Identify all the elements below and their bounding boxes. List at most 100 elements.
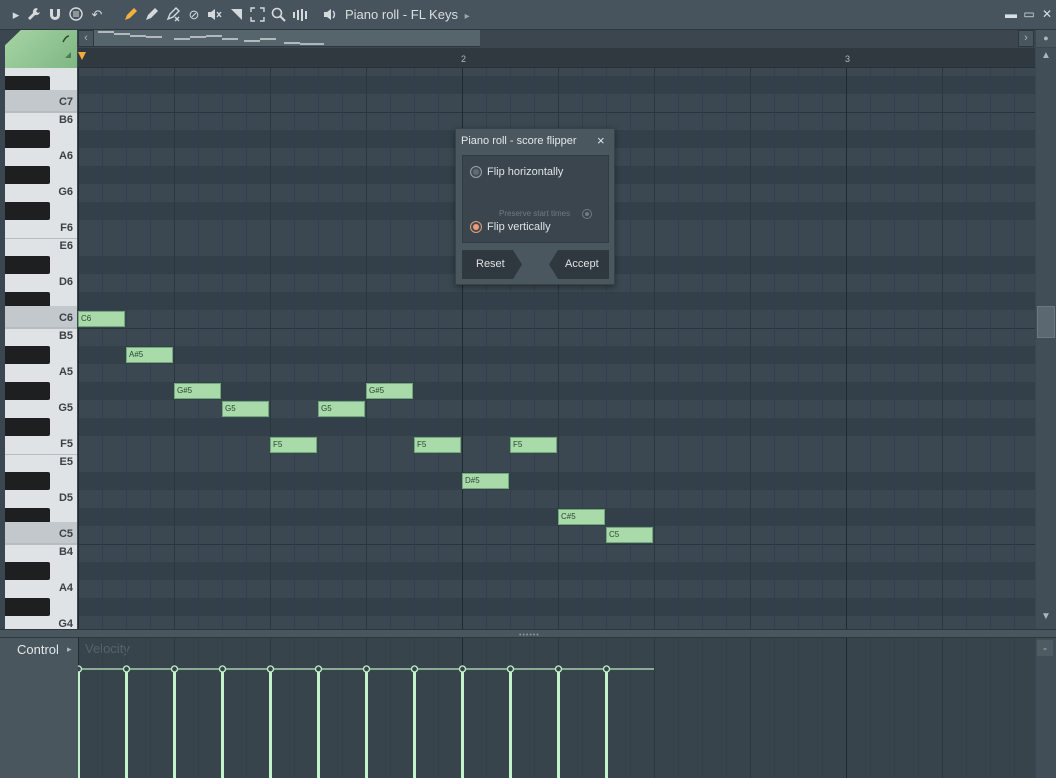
bar-number: 3: [845, 54, 851, 64]
grid-line: [222, 68, 223, 629]
menu-circle-icon[interactable]: [68, 7, 84, 23]
overview-track[interactable]: [480, 30, 1016, 47]
flip-horizontal-radio[interactable]: [470, 166, 482, 178]
note[interactable]: G5: [222, 401, 269, 417]
zoom-icon[interactable]: [270, 7, 286, 23]
black-key[interactable]: [5, 346, 50, 364]
key-label: F5: [60, 438, 73, 450]
note[interactable]: G#5: [366, 383, 413, 399]
grid-line: [942, 68, 943, 629]
black-key[interactable]: [5, 256, 50, 274]
control-arrow-icon[interactable]: ▸: [67, 644, 72, 655]
maximize-icon[interactable]: ▭: [1022, 6, 1036, 22]
note[interactable]: C6: [78, 311, 125, 327]
note[interactable]: F5: [414, 437, 461, 453]
reset-button[interactable]: Reset: [462, 250, 522, 279]
grid-line: [966, 68, 967, 629]
grid-line: [390, 68, 391, 629]
black-key[interactable]: [5, 562, 50, 580]
note[interactable]: A#5: [126, 347, 173, 363]
note[interactable]: G#5: [174, 383, 221, 399]
scroll-down-icon[interactable]: ▼: [1036, 611, 1056, 627]
grid-line: [1014, 68, 1015, 629]
velocity-handle: [362, 665, 371, 673]
white-key-separator: [5, 454, 77, 455]
slice-icon[interactable]: [228, 7, 244, 23]
speaker-mute-icon[interactable]: [206, 7, 222, 23]
grid-line: [918, 68, 919, 629]
dialog-close-icon[interactable]: ×: [597, 133, 605, 148]
black-key[interactable]: [5, 472, 50, 490]
preserve-start-label: Preserve start times: [499, 209, 571, 218]
piano-keyboard[interactable]: C7 B6 A6 G6 F6 E6 D6 C6 B5 A5 G5 F5 E5 D5 C5 B4 A4 G4: [5, 68, 77, 629]
flip-vertical-label[interactable]: Flip vertically: [487, 221, 551, 233]
flip-horizontal-label[interactable]: Flip horizontally: [487, 166, 563, 178]
close-icon[interactable]: ✕: [1040, 6, 1054, 22]
note-property-corner[interactable]: [5, 30, 77, 68]
panel-splitter[interactable]: ••••••: [0, 629, 1056, 639]
velocity-bars[interactable]: [78, 638, 1035, 778]
grid-line: [846, 68, 847, 629]
grid-line: [630, 68, 631, 629]
select-icon[interactable]: [249, 7, 265, 23]
black-key[interactable]: [5, 382, 50, 400]
minimize-icon[interactable]: ▬: [1004, 6, 1018, 22]
scroll-right-button[interactable]: ›: [1018, 30, 1034, 47]
dialog-title: Piano roll - score flipper: [461, 135, 577, 147]
scroll-left-button[interactable]: ‹: [78, 30, 94, 47]
white-key-separator: [5, 112, 77, 113]
brush-icon[interactable]: [143, 7, 159, 23]
preserve-start-radio[interactable]: [582, 209, 592, 219]
delete-icon[interactable]: [164, 7, 180, 23]
key-label: G4: [58, 618, 73, 629]
key-label: A5: [58, 366, 73, 378]
grid-line: [702, 68, 703, 629]
velocity-handle: [506, 665, 515, 673]
note[interactable]: C#5: [558, 509, 605, 525]
black-key[interactable]: [5, 598, 50, 616]
key-label: C5: [58, 528, 73, 540]
speaker-icon[interactable]: [323, 7, 339, 23]
black-key[interactable]: [5, 202, 50, 220]
radio-dot: [585, 212, 589, 216]
velocity-lane[interactable]: Velocity: [78, 638, 1035, 778]
window-title: Piano roll - FL Keys ▸: [345, 7, 470, 22]
control-label[interactable]: Control: [17, 642, 59, 657]
overview-thumb[interactable]: [94, 30, 480, 47]
note[interactable]: D#5: [462, 473, 509, 489]
black-key[interactable]: [5, 418, 50, 436]
undo-icon[interactable]: ↶: [89, 7, 105, 23]
black-key[interactable]: [5, 130, 50, 148]
grid-line: [294, 68, 295, 629]
wrench-icon[interactable]: [26, 7, 42, 23]
scroll-up-icon[interactable]: ▲: [1036, 50, 1056, 64]
velocity-handle: [314, 665, 323, 673]
magnet-icon[interactable]: [47, 7, 63, 23]
key-label: A4: [58, 582, 73, 594]
control-panel-header: Control ▸: [0, 638, 78, 778]
key-label: D6: [58, 276, 73, 288]
black-key[interactable]: [5, 166, 50, 184]
mute-icon[interactable]: ⊘: [186, 7, 202, 23]
grid-line: [774, 68, 775, 629]
note[interactable]: F5: [270, 437, 317, 453]
note[interactable]: F5: [510, 437, 557, 453]
timeline-ruler[interactable]: 2 3: [78, 48, 1035, 68]
vertical-scroll-thumb[interactable]: [1037, 306, 1055, 338]
note[interactable]: C5: [606, 527, 653, 543]
flip-vertical-radio[interactable]: [470, 221, 482, 233]
note[interactable]: G5: [318, 401, 365, 417]
playhead-marker[interactable]: [78, 52, 86, 60]
vertical-scrollbar[interactable]: [1036, 48, 1056, 629]
pencil-icon[interactable]: [122, 7, 138, 23]
title-arrow-icon[interactable]: ▸: [465, 11, 470, 22]
velocity-handle: [78, 665, 83, 673]
flip-options-panel: Flip horizontally Preserve start times F…: [462, 155, 609, 243]
radio-dot: [473, 169, 479, 175]
accept-button[interactable]: Accept: [549, 250, 609, 279]
overview-menu-button[interactable]: ●: [1036, 30, 1056, 47]
control-collapse-button[interactable]: -: [1037, 640, 1053, 656]
play-arrow-icon[interactable]: ▸: [8, 7, 24, 23]
control-side-panel: [1036, 638, 1056, 778]
playback-icon[interactable]: [291, 7, 307, 23]
